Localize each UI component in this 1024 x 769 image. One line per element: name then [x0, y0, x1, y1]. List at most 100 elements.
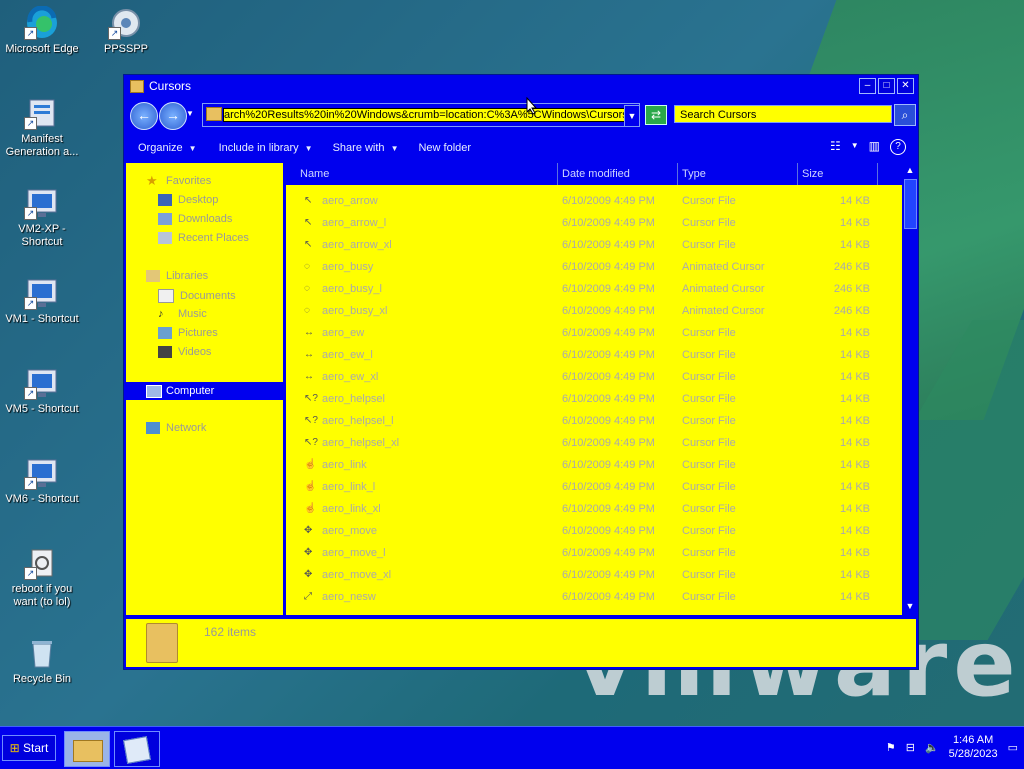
desktop-icon-vm5[interactable]: ↗ VM5 - Shortcut: [0, 366, 84, 416]
nav-desktop[interactable]: Desktop: [158, 194, 218, 206]
desktop-icon-vm6[interactable]: ↗ VM6 - Shortcut: [0, 456, 84, 506]
column-header-date[interactable]: Date modified: [558, 163, 678, 185]
new-folder-button[interactable]: New folder: [418, 142, 471, 154]
desktop-icon-label: reboot if you want (to lol): [11, 583, 73, 608]
scroll-up-arrow-icon[interactable]: ▲: [904, 165, 916, 177]
table-row[interactable]: ☝ aero_link 6/10/2009 4:49 PM Cursor File 14…: [286, 455, 902, 477]
show-desktop-icon[interactable]: ▭: [1008, 741, 1018, 754]
nav-computer[interactable]: Computer: [126, 382, 283, 400]
minimize-button[interactable]: –: [859, 78, 876, 94]
nav-pictures[interactable]: Pictures: [158, 327, 218, 339]
nav-favorites[interactable]: ★ Favorites: [146, 174, 211, 187]
table-row[interactable]: ✥ aero_move_l 6/10/2009 4:49 PM Cursor File…: [286, 543, 902, 565]
scrollbar-thumb[interactable]: [904, 179, 917, 229]
view-options-icon[interactable]: ☷: [830, 139, 841, 155]
nav-recent-places[interactable]: Recent Places: [158, 232, 249, 244]
table-row[interactable]: ✥ aero_move 6/10/2009 4:49 PM Cursor File 14…: [286, 521, 902, 543]
vm-shortcut-icon: ↗: [24, 276, 60, 310]
title-bar[interactable]: Cursors – □ ✕: [124, 75, 918, 97]
volume-icon[interactable]: 🔈: [925, 741, 939, 754]
cursor-file-icon: ↖: [304, 195, 313, 206]
desktop-icon-ppsspp[interactable]: ↗ PPSSPP: [84, 6, 168, 56]
recent-pages-dropdown[interactable]: ▼: [186, 109, 194, 118]
cursor-file-icon: ✥: [304, 569, 313, 580]
taskbar-app-button[interactable]: [114, 731, 160, 767]
table-row[interactable]: ↖? aero_helpsel_l 6/10/2009 4:49 PM Cursor …: [286, 411, 902, 433]
nav-music[interactable]: ♪ Music: [158, 308, 207, 320]
table-row[interactable]: ◌ aero_busy 6/10/2009 4:49 PM Animated Curs…: [286, 257, 902, 279]
nav-label: Computer: [166, 385, 215, 397]
file-date: 6/10/2009 4:49 PM: [562, 283, 655, 295]
help-icon[interactable]: ?: [890, 139, 906, 155]
desktop-icon-manifest[interactable]: ↗ Manifest Generation a...: [0, 96, 84, 159]
start-button[interactable]: ⊞ Start: [2, 735, 56, 761]
desktop-icon-edge[interactable]: ↗ Microsoft Edge: [0, 5, 84, 56]
file-size: 14 KB: [840, 195, 870, 207]
cursor-file-icon: ↔: [304, 349, 314, 360]
nav-network[interactable]: Network: [146, 422, 206, 434]
forward-button[interactable]: →: [159, 102, 187, 130]
clock[interactable]: 1:46 AM 5/28/2023: [949, 733, 998, 761]
recycle-bin-icon: [24, 636, 60, 670]
nav-downloads[interactable]: Downloads: [158, 213, 232, 225]
nav-libraries[interactable]: Libraries: [146, 270, 208, 282]
flag-icon[interactable]: ⚑: [886, 741, 896, 754]
table-row[interactable]: ☝ aero_link_l 6/10/2009 4:49 PM Cursor File…: [286, 477, 902, 499]
cursor-file-icon: ↔: [304, 327, 314, 338]
table-row[interactable]: ↖? aero_helpsel 6/10/2009 4:49 PM Cursor Fi…: [286, 389, 902, 411]
table-row[interactable]: ↔ aero_ew_l 6/10/2009 4:49 PM Cursor File 14…: [286, 345, 902, 367]
table-row[interactable]: ↖ aero_arrow_xl 6/10/2009 4:49 PM Cursor Fi…: [286, 235, 902, 257]
cursor-file-icon: ↖?: [304, 437, 318, 448]
desktop-icon-label: VM1 - Shortcut: [5, 313, 79, 325]
navigation-pane: ★ Favorites Desktop Downloads Recent Plac…: [126, 163, 283, 615]
chevron-down-icon: ▼: [390, 144, 399, 153]
table-row[interactable]: ☝ aero_link_xl 6/10/2009 4:49 PM Cursor Fil…: [286, 499, 902, 521]
table-row[interactable]: ↔ aero_ew 6/10/2009 4:49 PM Cursor File 14 K…: [286, 323, 902, 345]
back-button[interactable]: ←: [130, 102, 158, 130]
taskbar-explorer-button[interactable]: [64, 731, 110, 767]
file-name: aero_arrow_l: [322, 217, 387, 229]
cursor-file-icon: ☝: [304, 481, 317, 492]
table-row[interactable]: ↖? aero_helpsel_xl 6/10/2009 4:49 PM Cursor…: [286, 433, 902, 455]
nav-documents[interactable]: Documents: [158, 289, 236, 303]
organize-menu[interactable]: Organize ▼: [138, 142, 197, 154]
documents-icon: [158, 289, 174, 303]
preview-pane-icon[interactable]: ▥: [869, 139, 880, 155]
address-bar[interactable]: arch%20Results%20in%20Windows&crumb=loca…: [202, 103, 640, 127]
column-header-size[interactable]: Size: [798, 163, 878, 185]
file-date: 6/10/2009 4:49 PM: [562, 437, 655, 449]
desktop-icon-vm1[interactable]: ↗ VM1 - Shortcut: [0, 276, 84, 326]
nav-videos[interactable]: Videos: [158, 346, 211, 358]
close-button[interactable]: ✕: [897, 78, 914, 94]
folder-icon: [206, 107, 222, 121]
desktop-icon-vm2[interactable]: ↗ VM2-XP - Shortcut: [0, 186, 84, 249]
search-button[interactable]: ⌕: [894, 104, 916, 126]
table-row[interactable]: ✥ aero_move_xl 6/10/2009 4:49 PM Cursor Fil…: [286, 565, 902, 587]
vertical-scrollbar[interactable]: ▲ ▼: [902, 163, 918, 615]
address-dropdown-button[interactable]: ▼: [624, 105, 640, 127]
file-list: Name Date modified Type Size ↖ aero_arrow…: [286, 163, 902, 615]
refresh-button[interactable]: ⇄: [645, 105, 667, 125]
file-type: Animated Cursor: [682, 283, 765, 295]
column-header-name[interactable]: Name: [286, 163, 558, 185]
scroll-down-arrow-icon[interactable]: ▼: [904, 601, 916, 613]
maximize-button[interactable]: □: [878, 78, 895, 94]
desktop-icon-recycle-bin[interactable]: Recycle Bin: [0, 636, 84, 686]
network-icon[interactable]: ⊟: [906, 741, 915, 754]
chevron-down-icon[interactable]: ▼: [851, 139, 859, 155]
table-row[interactable]: ◌ aero_busy_l 6/10/2009 4:49 PM Animated Cu…: [286, 279, 902, 301]
table-row[interactable]: ⤢ aero_nesw 6/10/2009 4:49 PM Cursor File 14…: [286, 587, 902, 609]
table-row[interactable]: ↖ aero_arrow_l 6/10/2009 4:49 PM Cursor Fil…: [286, 213, 902, 235]
table-row[interactable]: ◌ aero_busy_xl 6/10/2009 4:49 PM Animated C…: [286, 301, 902, 323]
address-text[interactable]: arch%20Results%20in%20Windows&crumb=loca…: [223, 108, 625, 122]
chevron-down-icon: ▼: [304, 144, 313, 153]
nav-label: Documents: [180, 290, 236, 302]
file-size: 14 KB: [840, 415, 870, 427]
table-row[interactable]: ↔ aero_ew_xl 6/10/2009 4:49 PM Cursor File 1…: [286, 367, 902, 389]
column-header-type[interactable]: Type: [678, 163, 798, 185]
desktop-icon-reboot[interactable]: ↗ reboot if you want (to lol): [0, 546, 84, 609]
share-with-menu[interactable]: Share with ▼: [333, 142, 399, 154]
include-in-library-menu[interactable]: Include in library ▼: [219, 142, 313, 154]
search-input[interactable]: Search Cursors: [674, 105, 892, 123]
table-row[interactable]: ↖ aero_arrow 6/10/2009 4:49 PM Cursor File 1…: [286, 191, 902, 213]
